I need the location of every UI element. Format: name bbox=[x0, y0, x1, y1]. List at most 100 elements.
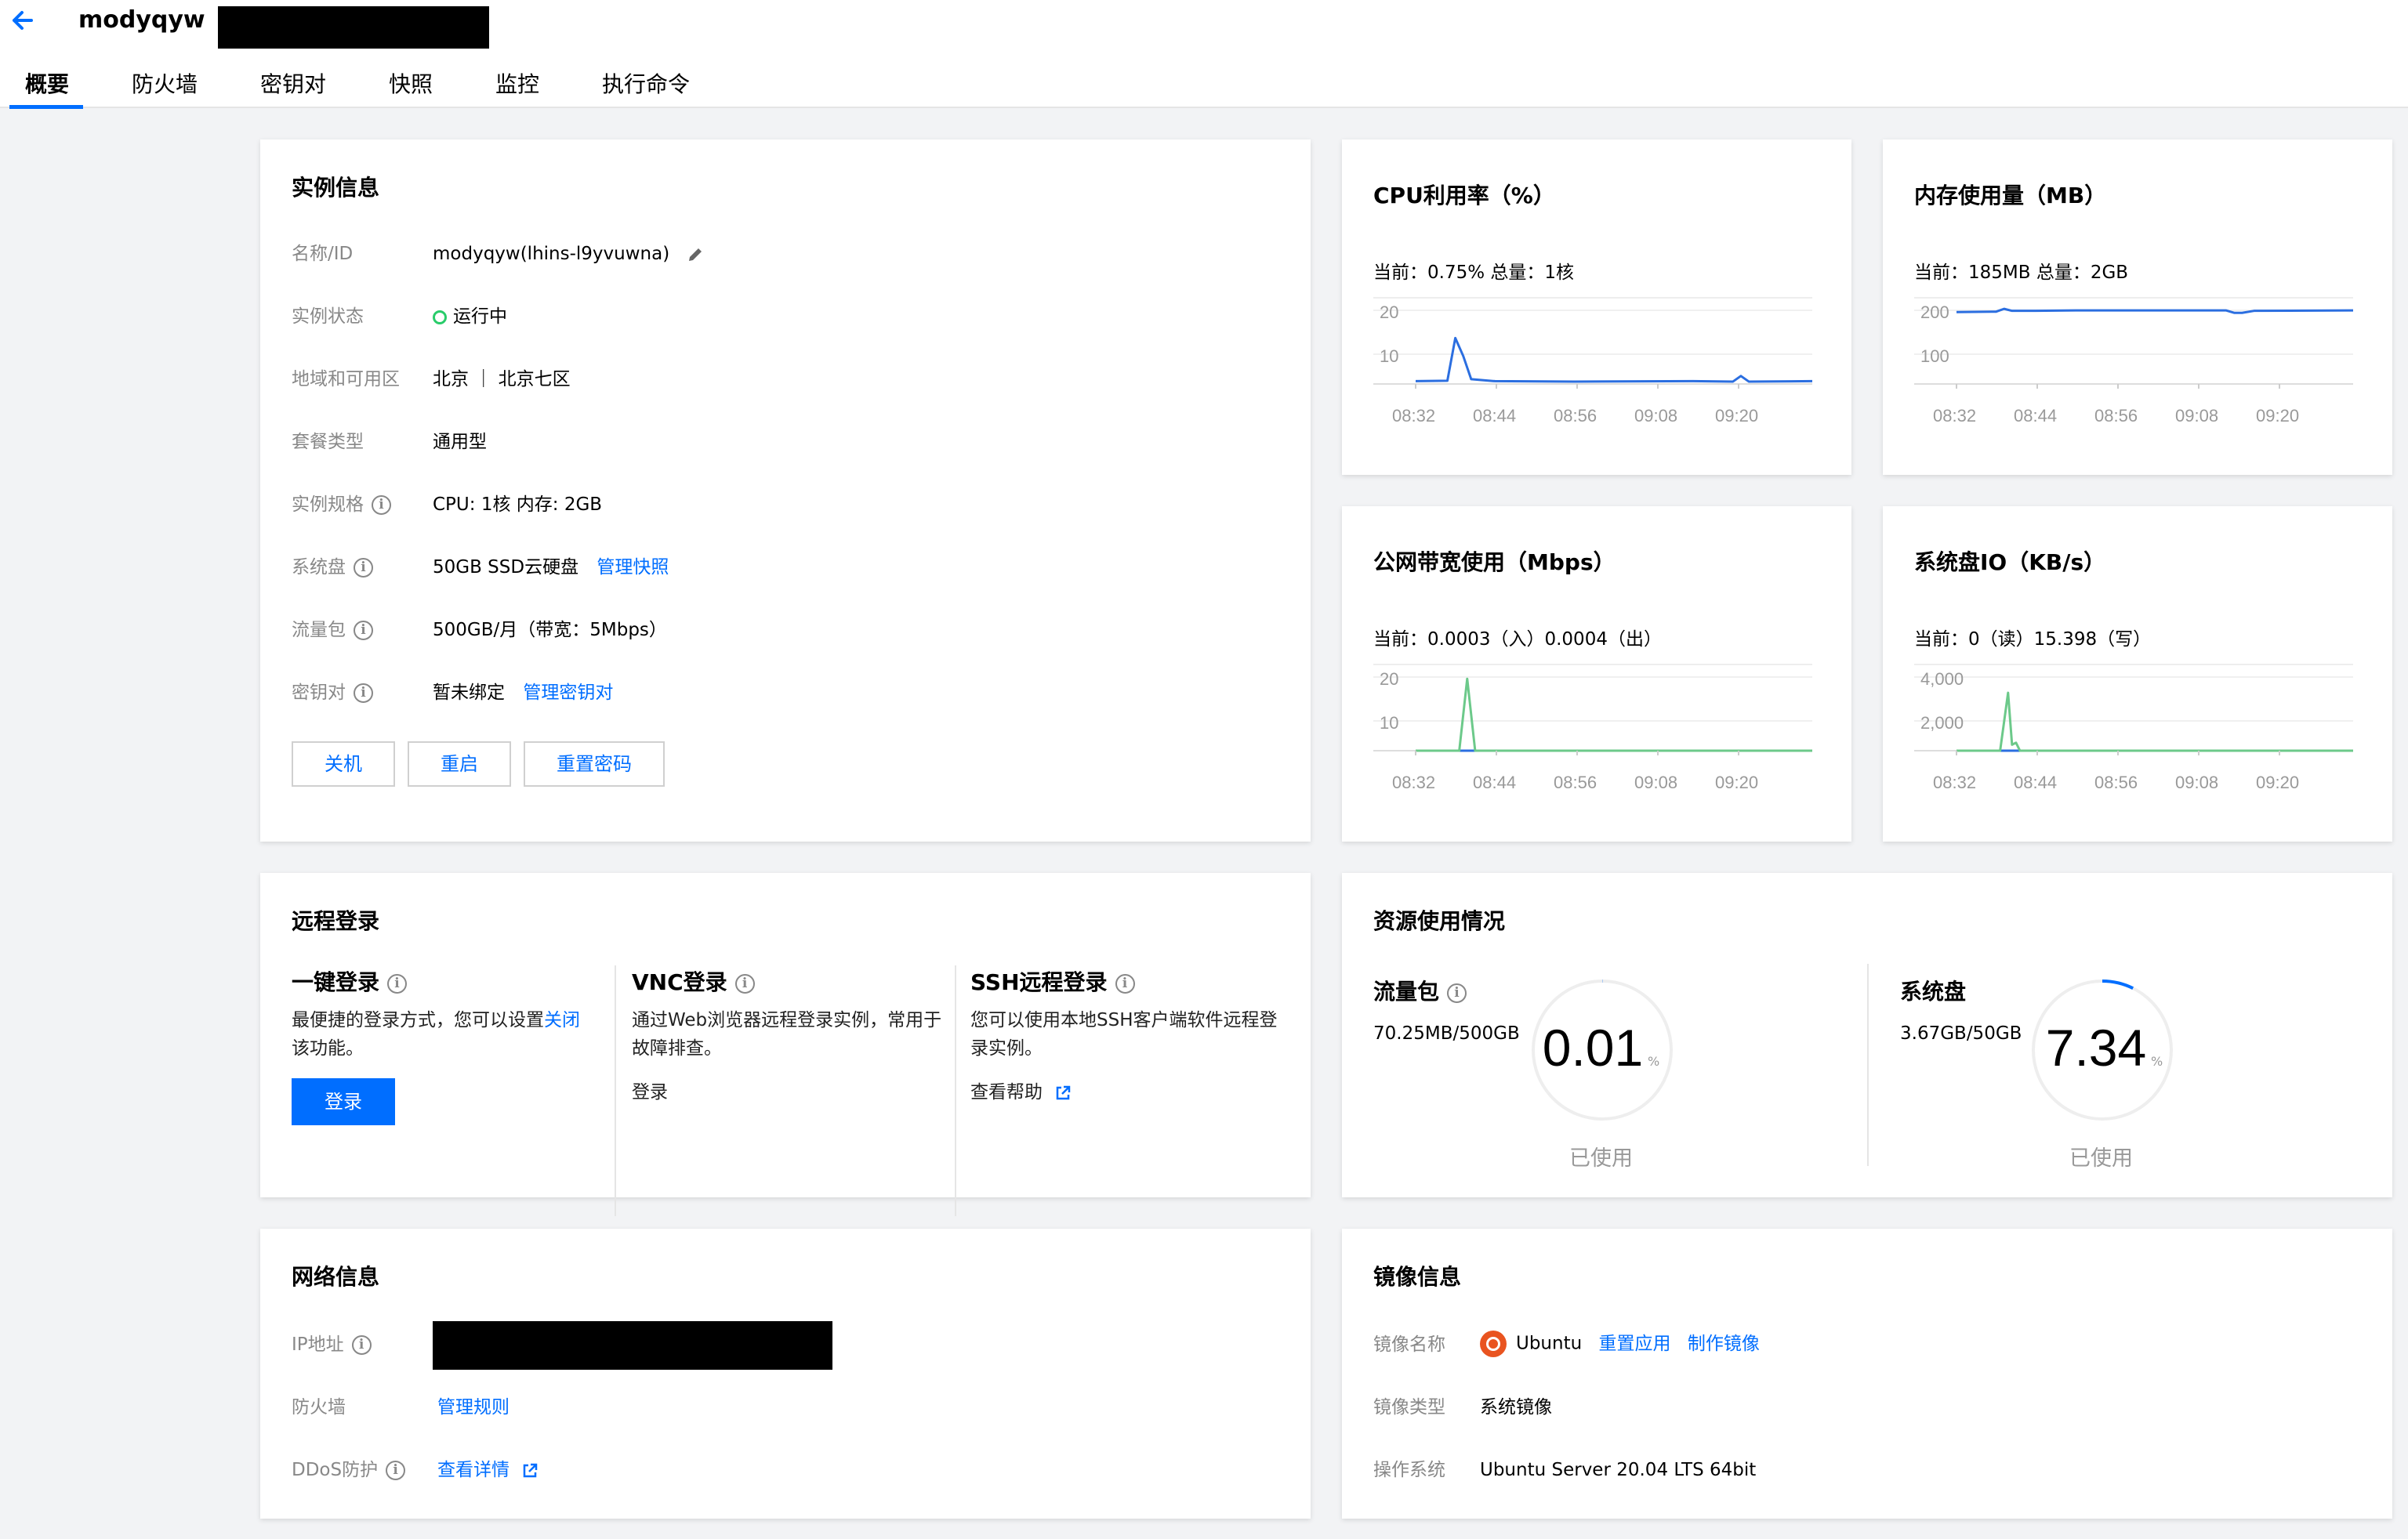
make-image-link[interactable]: 制作镜像 bbox=[1688, 1334, 1760, 1354]
one-click-desc-pre: 最便捷的登录方式，您可以设置 bbox=[292, 1010, 544, 1030]
memory-monitor-card[interactable]: 内存使用量（MB） 当前：185MB 总量：2GB 200 100 08:32 08:… bbox=[1883, 139, 2392, 475]
ssh-desc: 您可以使用本地SSH客户端软件远程登录实例。 bbox=[970, 1010, 1278, 1059]
card-title: 系统盘IO（KB/s） bbox=[1914, 549, 2106, 575]
card-title: 公网带宽使用（Mbps） bbox=[1373, 549, 1616, 575]
card-title: CPU利用率（%） bbox=[1373, 183, 1555, 208]
instance-name: modyqyw bbox=[78, 6, 205, 34]
disk-io-monitor-card[interactable]: 系统盘IO（KB/s） 当前：0（读）15.398（写） 4,000 2,000 0… bbox=[1883, 506, 2392, 842]
info-icon[interactable]: i bbox=[386, 1461, 406, 1480]
traffic-used-label: 已使用 bbox=[1569, 1146, 1633, 1171]
y-tick-label: 10 bbox=[1380, 346, 1398, 366]
image-name-text: Ubuntu bbox=[1516, 1333, 1583, 1354]
y-tick-label: 10 bbox=[1380, 713, 1398, 733]
traffic-usage-gauge: 0.01 % bbox=[1532, 979, 1673, 1121]
divider bbox=[1867, 964, 1869, 1166]
one-click-login-title: 一键登录 i bbox=[292, 965, 408, 997]
ddos-label-text: DDoS防护 bbox=[292, 1460, 379, 1480]
back-arrow-icon[interactable] bbox=[8, 5, 39, 36]
redacted-block bbox=[218, 6, 489, 49]
y-tick-label: 2,000 bbox=[1920, 713, 1964, 733]
info-icon[interactable]: i bbox=[351, 1335, 372, 1355]
bandwidth-line-chart: 20 10 08:32 08:44 08:56 09:08 09:20 bbox=[1373, 664, 1812, 792]
edit-pencil-icon[interactable] bbox=[685, 244, 705, 265]
chart-current-value: 当前：0（读）15.398（写） bbox=[1914, 629, 2152, 650]
ssh-login-title: SSH远程登录 i bbox=[970, 965, 1135, 997]
x-tick-label: 08:56 bbox=[1554, 773, 1597, 792]
tab-snapshot[interactable]: 快照 bbox=[389, 63, 433, 107]
series-line bbox=[1956, 691, 2353, 752]
redacted-ip bbox=[433, 1321, 832, 1370]
label-traffic: 流量包 i bbox=[292, 617, 373, 643]
disk-used-label: 已使用 bbox=[2069, 1146, 2133, 1171]
value-keypair: 暂未绑定 管理密钥对 bbox=[433, 680, 613, 705]
y-tick-label: 4,000 bbox=[1920, 669, 1964, 689]
tab-run-command[interactable]: 执行命令 bbox=[602, 63, 690, 107]
reapply-link[interactable]: 重置应用 bbox=[1599, 1334, 1671, 1354]
external-link-icon bbox=[524, 1463, 538, 1477]
memory-line-chart: 200 100 08:32 08:44 08:56 09:08 09:20 bbox=[1914, 297, 2354, 425]
resource-usage-card: 资源使用情况 流量包 i 70.25MB/500GB 0.01 % 已使用 系统盘… bbox=[1342, 873, 2392, 1197]
ssh-help-link[interactable]: 查看帮助 bbox=[970, 1078, 1072, 1106]
value-system-disk: 50GB SSD云硬盘 管理快照 bbox=[433, 555, 669, 580]
tab-firewall[interactable]: 防火墙 bbox=[132, 63, 198, 107]
keypair-text: 暂未绑定 bbox=[433, 683, 505, 703]
vnc-login-title: VNC登录 i bbox=[632, 965, 755, 997]
x-tick-label: 08:56 bbox=[2094, 773, 2138, 792]
label-ip: IP地址 i bbox=[292, 1332, 372, 1357]
manage-rules-link[interactable]: 管理规则 bbox=[437, 1395, 510, 1420]
series-line bbox=[1416, 677, 1812, 752]
info-icon[interactable]: i bbox=[387, 973, 408, 994]
remote-login-card: 远程登录 一键登录 i 最便捷的登录方式，您可以设置关闭该功能。 登录 VNC登录… bbox=[260, 873, 1311, 1216]
bandwidth-monitor-card[interactable]: 公网带宽使用（Mbps） 当前：0.0003（入）0.0004（出） 20 10 0… bbox=[1342, 506, 1851, 842]
info-icon[interactable]: i bbox=[354, 683, 373, 703]
info-icon[interactable]: i bbox=[1115, 973, 1135, 994]
cpu-monitor-card[interactable]: CPU利用率（%） 当前：0.75% 总量：1核 20 10 08:32 08:44 0… bbox=[1342, 139, 1851, 475]
name-id-text: modyqyw(lhins-l9yvuwna) bbox=[433, 244, 670, 264]
y-tick-label: 200 bbox=[1920, 302, 1949, 322]
info-icon[interactable]: i bbox=[1447, 983, 1467, 1003]
system-disk-title: 系统盘 bbox=[1900, 979, 1967, 1005]
info-icon[interactable]: i bbox=[354, 558, 373, 578]
tab-keypair[interactable]: 密钥对 bbox=[260, 63, 326, 107]
label-spec: 实例规格 i bbox=[292, 492, 391, 517]
info-icon[interactable]: i bbox=[734, 973, 755, 994]
series-line bbox=[1415, 336, 1813, 383]
one-click-desc: 最便捷的登录方式，您可以设置关闭该功能。 bbox=[292, 1006, 597, 1063]
x-tick-label: 08:32 bbox=[1392, 773, 1435, 792]
restart-button[interactable]: 重启 bbox=[408, 741, 511, 787]
shutdown-button[interactable]: 关机 bbox=[292, 741, 395, 787]
spec-label-text: 实例规格 bbox=[292, 494, 364, 515]
one-click-login-button[interactable]: 登录 bbox=[292, 1078, 395, 1125]
x-tick-label: 08:44 bbox=[1473, 406, 1516, 425]
chart-current-value: 当前：0.75% 总量：1核 bbox=[1373, 263, 1575, 283]
ddos-details-link[interactable]: 查看详情 bbox=[437, 1458, 539, 1483]
divider bbox=[615, 965, 616, 1216]
card-title: 网络信息 bbox=[292, 1264, 380, 1290]
disable-link[interactable]: 关闭 bbox=[544, 1010, 580, 1030]
vnc-title-text: VNC登录 bbox=[632, 969, 727, 995]
system-disk-label-text: 系统盘 bbox=[292, 557, 346, 578]
instance-info-card: 实例信息 名称/ID modyqyw(lhins-l9yvuwna) 实例状态 … bbox=[260, 139, 1311, 842]
traffic-package-title: 流量包 i bbox=[1373, 975, 1467, 1006]
tab-overview[interactable]: 概要 bbox=[25, 63, 69, 107]
vnc-login-link[interactable]: 登录 bbox=[632, 1078, 668, 1106]
reset-password-button[interactable]: 重置密码 bbox=[524, 741, 665, 787]
label-system-disk: 系统盘 i bbox=[292, 555, 373, 580]
label-keypair: 密钥对 i bbox=[292, 680, 373, 705]
disk-io-line-chart: 4,000 2,000 08:32 08:44 08:56 09:08 09:20 bbox=[1914, 664, 2353, 792]
manage-snapshot-link[interactable]: 管理快照 bbox=[597, 557, 669, 578]
network-info-card: 网络信息 IP地址 i 防火墙 管理规则 DDoS防护 i 查看详情 bbox=[260, 1229, 1311, 1519]
x-tick-label: 08:56 bbox=[2094, 406, 2138, 425]
label-plan-type: 套餐类型 bbox=[292, 432, 364, 452]
vnc-desc: 通过Web浏览器远程登录实例，常用于故障排查。 bbox=[632, 1010, 942, 1059]
chart-current-value: 当前：185MB 总量：2GB bbox=[1914, 263, 2129, 283]
card-title: 镜像信息 bbox=[1373, 1264, 1462, 1290]
running-status-icon bbox=[433, 310, 447, 324]
info-icon[interactable]: i bbox=[354, 621, 373, 640]
x-tick-label: 08:44 bbox=[2014, 773, 2057, 792]
card-title: 远程登录 bbox=[292, 908, 380, 934]
tab-monitor[interactable]: 监控 bbox=[495, 63, 539, 107]
x-tick-label: 08:32 bbox=[1933, 406, 1976, 425]
manage-keypair-link[interactable]: 管理密钥对 bbox=[523, 683, 613, 703]
info-icon[interactable]: i bbox=[372, 495, 391, 515]
